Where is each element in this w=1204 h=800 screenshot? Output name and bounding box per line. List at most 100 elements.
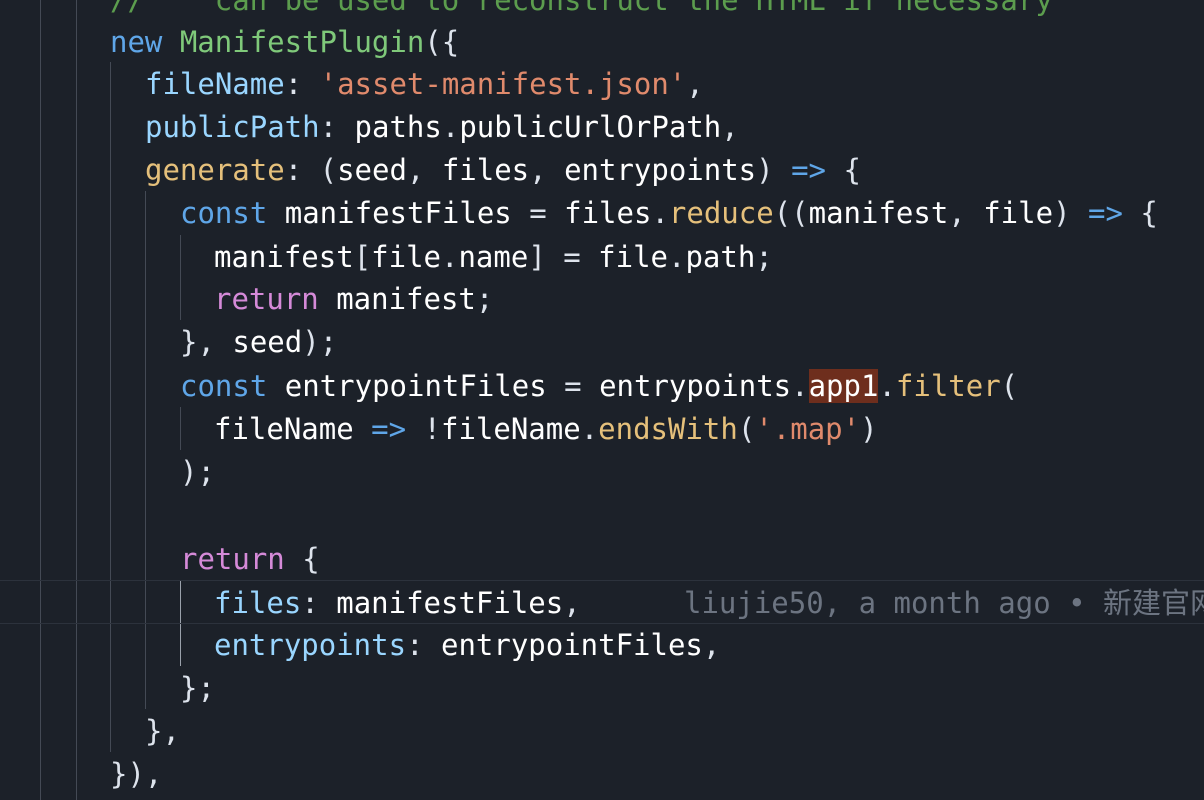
code-token: ,	[721, 110, 739, 144]
code-line-text: };	[180, 666, 215, 710]
code-line-text: );	[180, 450, 215, 494]
code-token: :	[319, 110, 355, 144]
code-token: publicPath	[145, 110, 320, 144]
code-token: '.map'	[755, 412, 861, 446]
code-line-text: // can be used to reconstruct the HTML i…	[110, 0, 1053, 22]
code-token: manifest	[808, 196, 949, 230]
code-token: :	[406, 628, 441, 662]
code-token: ;	[755, 240, 773, 274]
selection-highlight: app1	[808, 369, 879, 403]
code-token: !	[406, 412, 441, 446]
code-token: =>	[371, 412, 407, 446]
code-line-text: new ManifestPlugin({	[110, 20, 459, 64]
code-token: .	[441, 110, 460, 144]
code-token: paths	[354, 110, 442, 144]
code-token: manifest	[336, 282, 476, 316]
code-token: (	[1000, 369, 1019, 403]
code-line-text: }),	[110, 752, 162, 796]
code-token: :	[301, 586, 337, 620]
code-token: filter	[895, 369, 1001, 403]
code-token: publicUrlOrPath	[459, 110, 722, 144]
code-token: generate	[145, 153, 285, 187]
code-token: .	[668, 240, 686, 274]
code-token: entrypoints	[564, 153, 757, 187]
code-token: files	[214, 586, 302, 620]
code-line-text: fileName => !fileName.endsWith('.map')	[214, 407, 878, 451]
code-token: fileName	[441, 412, 581, 446]
code-token: const	[180, 196, 285, 230]
code-token: ,	[948, 196, 984, 230]
code-token: .	[791, 369, 809, 403]
code-token: reduce	[668, 196, 774, 230]
code-token: endsWith	[598, 412, 738, 446]
indent-guide	[180, 407, 181, 450]
code-token: .	[651, 196, 669, 230]
code-line-text: manifest[file.name] = file.path;	[214, 235, 773, 279]
code-token: entrypoints	[599, 369, 792, 403]
code-token: manifestFiles	[284, 196, 512, 230]
code-line-text: entrypoints: entrypointFiles,	[214, 623, 720, 667]
code-token: const	[180, 369, 285, 403]
indent-guide	[76, 0, 77, 800]
code-token: {	[1122, 196, 1158, 230]
code-token: entrypoints	[214, 628, 407, 662]
code-token: entrypointFiles	[440, 628, 703, 662]
code-token: // can be used to reconstruct the HTML i…	[110, 0, 1053, 17]
code-token: (	[737, 412, 756, 446]
indent-guide	[40, 0, 41, 800]
code-token: 'asset-manifest.json'	[319, 67, 687, 101]
code-token: [	[353, 240, 372, 274]
code-token: manifestFiles	[336, 586, 564, 620]
code-token: ;	[475, 282, 494, 316]
code-token: seed	[337, 153, 407, 187]
code-editor[interactable]: // can be used to reconstruct the HTML i…	[0, 0, 1204, 800]
code-token: =	[546, 369, 600, 403]
code-token: .	[878, 369, 896, 403]
code-token: .	[580, 412, 599, 446]
code-line-text: publicPath: paths.publicUrlOrPath,	[145, 105, 739, 149]
code-token: )	[1053, 196, 1088, 230]
code-token: =	[511, 196, 565, 230]
code-line-text: generate: (seed, files, entrypoints) => …	[145, 148, 861, 192]
code-token: fileName	[214, 412, 354, 446]
code-token: ] =	[528, 240, 599, 274]
indent-guide	[145, 191, 146, 709]
code-token: =>	[791, 153, 826, 187]
code-token: file	[983, 196, 1054, 230]
code-token: ,	[563, 586, 581, 620]
indent-guide	[180, 235, 181, 320]
code-token: return	[214, 282, 337, 316]
indent-guide	[110, 62, 111, 752]
code-token: )	[756, 153, 792, 187]
code-token: ,	[686, 67, 704, 101]
code-token: ,	[529, 153, 565, 187]
code-line-text: return manifest;	[214, 277, 493, 321]
code-line-text: files: manifestFiles,	[214, 581, 581, 625]
code-token: name	[458, 240, 529, 274]
code-token: : (	[284, 153, 338, 187]
code-token: ,	[406, 153, 442, 187]
code-token: )	[860, 412, 878, 446]
code-line-current[interactable]: files: manifestFiles, liujie50, a month a…	[0, 580, 1204, 624]
code-token: path	[685, 240, 756, 274]
code-token: );	[302, 325, 338, 359]
code-token: .	[441, 240, 459, 274]
code-token: seed	[232, 325, 303, 359]
code-line-text: const manifestFiles = files.reduce((mani…	[180, 191, 1158, 235]
code-token: :	[284, 67, 320, 101]
code-token: ({	[424, 25, 460, 59]
code-token: },	[180, 325, 233, 359]
code-token: }),	[110, 757, 163, 791]
code-line-text: fileName: 'asset-manifest.json',	[145, 62, 704, 106]
code-token: );	[180, 455, 215, 489]
code-token: file	[598, 240, 668, 274]
code-token: ,	[702, 628, 721, 662]
code-token: manifest	[214, 240, 354, 274]
code-line-text: return {	[180, 537, 320, 581]
code-token: fileName	[145, 67, 285, 101]
git-blame-annotation: liujie50, a month ago • 新建官网	[684, 586, 1204, 620]
code-token: =>	[1087, 196, 1123, 230]
code-token: {	[825, 153, 861, 187]
code-token: ManifestPlugin	[179, 25, 425, 59]
